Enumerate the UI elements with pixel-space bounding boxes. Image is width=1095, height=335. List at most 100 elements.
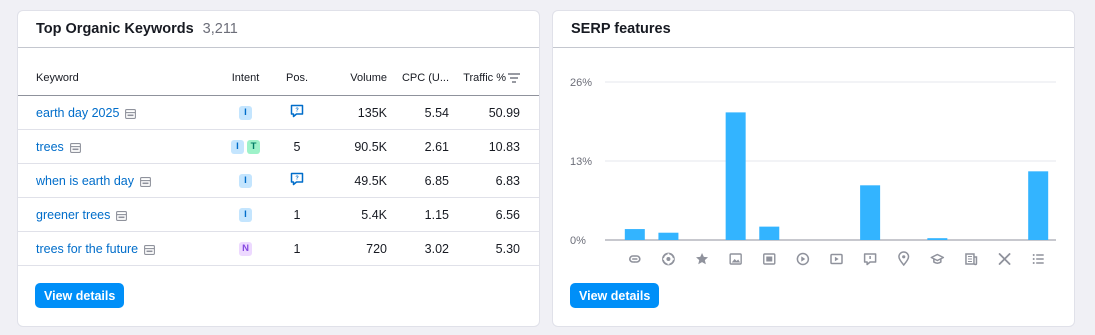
traffic-cell: 5.30 [495,241,520,256]
column-header-position[interactable]: Pos. [278,72,316,84]
table-header: Keyword Intent Pos. Volume CPC (U... Tra… [18,61,539,96]
intent-badge: I [231,139,244,154]
position-cell: 1 [278,242,316,256]
keyword-link[interactable]: trees [36,140,64,154]
serp-snapshot-icon[interactable] [144,244,156,255]
card-title: Top Organic Keywords [36,21,194,37]
keyword-cell: trees [18,140,213,154]
bar-link-icon[interactable] [624,229,645,240]
keywords-count: 3,211 [202,21,238,37]
link-icon[interactable] [629,255,641,263]
intent-cell: I [213,105,278,120]
keyword-cell: greener trees [18,208,213,222]
top-organic-keywords-card: Top Organic Keywords 3,211 Keyword Inten… [17,10,540,327]
intent-cell: I [213,173,278,188]
reviews-icon: ? [290,104,304,121]
column-header-intent[interactable]: Intent [213,72,278,84]
intent-badge: N [239,241,252,256]
keyword-cell: earth day 2025 [18,106,213,120]
intent-cell: I [213,207,278,222]
volume-cell: 49.5K [354,173,387,188]
table-row: trees for the future N 1 720 3.02 5.30 [18,232,539,266]
position-value: 5 [293,139,301,154]
cpc-cell: 3.02 [424,241,449,256]
y-tick-label: 13% [570,156,592,168]
keyword-link[interactable]: greener trees [36,208,110,222]
sitelinks-icon[interactable] [662,252,675,266]
intent-badge: T [247,139,260,154]
cpc-cell: 6.85 [424,173,449,188]
keyword-link[interactable]: when is earth day [36,174,134,188]
image-icon[interactable] [729,253,742,265]
bar-image-icon[interactable] [725,112,746,240]
position-cell: ? [278,104,316,121]
traffic-cell: 10.83 [488,139,520,154]
serp-snapshot-icon[interactable] [69,142,81,153]
traffic-cell: 50.99 [488,105,520,120]
position-cell: 1 [278,208,316,222]
column-header-traffic[interactable]: Traffic % [449,72,520,84]
view-details-button[interactable]: View details [570,283,660,308]
intent-cell: IT [213,139,278,154]
position-cell: 5 [278,140,316,154]
video-icon[interactable] [796,252,810,266]
y-tick-label: 0% [570,235,586,247]
sort-icon [508,73,520,83]
intent-badge: I [239,207,252,222]
serp-features-chart: 0% 13% 26% [570,77,1056,267]
table-row: greener trees I 1 5.4K 1.15 6.56 [18,198,539,232]
card-title: SERP features [571,21,671,37]
column-header-volume[interactable]: Volume [316,72,387,84]
graduation-cap-icon[interactable] [930,253,945,264]
bar-image-pack-icon[interactable] [759,226,780,240]
serp-features-card: SERP features 0% 13% 26% View details [552,10,1075,327]
cpc-cell: 5.54 [424,105,449,120]
card-header: Top Organic Keywords 3,211 [18,11,539,48]
column-header-cpc[interactable]: CPC (U... [387,72,449,84]
local-pack-icon[interactable] [898,251,910,267]
position-cell: ? [278,172,316,189]
volume-cell: 720 [366,241,387,256]
keyword-link[interactable]: earth day 2025 [36,106,119,120]
cpc-cell: 1.15 [424,207,449,222]
card-header: SERP features [553,11,1074,48]
keyword-link[interactable]: trees for the future [36,242,138,256]
reviews-icon: ? [290,172,304,189]
image-pack-icon[interactable] [763,253,776,265]
view-details-button[interactable]: View details [35,283,125,308]
cpc-cell: 2.61 [424,139,449,154]
svg-text:?: ? [295,108,299,114]
bar-graduation-cap-icon[interactable] [927,238,948,240]
traffic-cell: 6.56 [495,207,520,222]
intent-cell: N [213,241,278,256]
serp-snapshot-icon[interactable] [116,210,128,221]
table-row: trees I T 5 90.5K 2.61 10.83 [18,130,539,164]
volume-cell: 135K [357,105,387,120]
volume-cell: 5.4K [361,207,387,222]
news-icon[interactable] [965,253,978,266]
list-icon[interactable] [1032,254,1044,264]
star-icon[interactable] [696,253,709,265]
bar-list-icon[interactable] [1028,171,1049,240]
serp-snapshot-icon[interactable] [140,176,151,187]
keywords-table: Keyword Intent Pos. Volume CPC (U... Tra… [18,61,539,266]
intent-badge: I [239,105,252,120]
y-tick-label: 26% [570,77,592,89]
column-header-keyword[interactable]: Keyword [18,72,213,84]
table-row: when is earth day I? 49.5K 6.85 6.83 [18,164,539,198]
volume-cell: 90.5K [354,139,387,154]
column-header-traffic-label: Traffic % [463,72,506,84]
position-value: 1 [293,207,301,222]
serp-snapshot-icon[interactable] [125,108,137,119]
keyword-cell: when is earth day [18,174,213,188]
bar-sitelinks-icon[interactable] [658,232,679,240]
position-value: 1 [293,241,301,256]
bar-reviews-icon[interactable] [860,185,881,240]
table-row: earth day 2025 I? 135K 5.54 50.99 [18,96,539,130]
reviews-icon[interactable] [863,253,877,266]
featured-video-icon[interactable] [830,253,843,265]
x-icon[interactable] [998,253,1011,265]
traffic-cell: 6.83 [495,173,520,188]
intent-badge: I [239,173,252,188]
table-body: earth day 2025 I? 135K 5.54 50.99 trees I T 5 90.… [18,96,539,266]
